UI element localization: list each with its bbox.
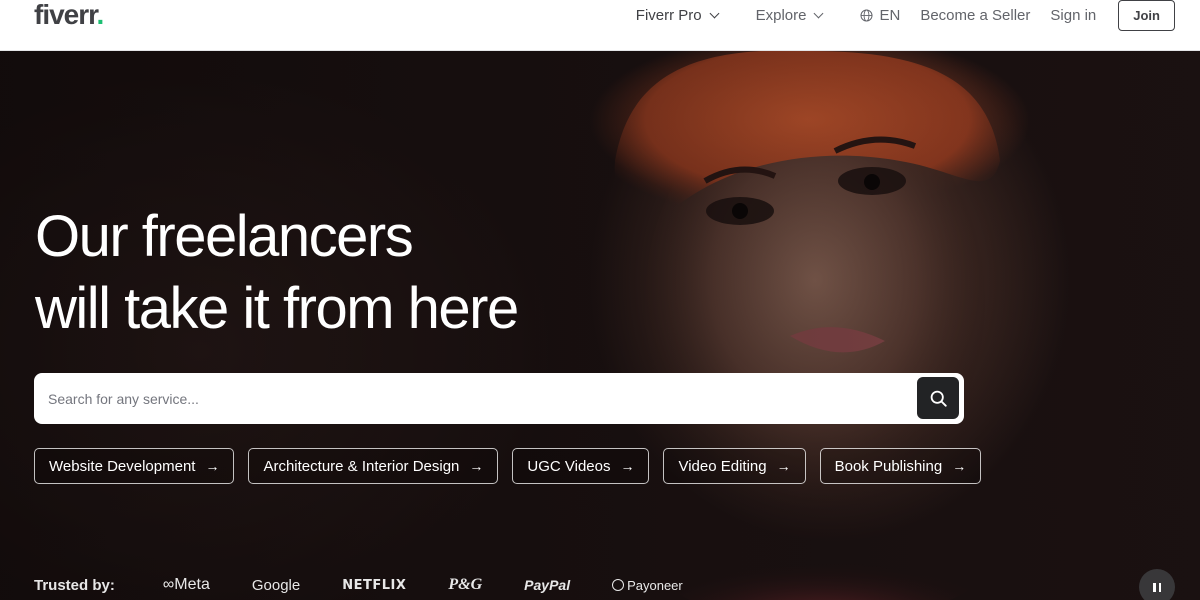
search-bar [34, 373, 964, 424]
chip-label: Video Editing [678, 457, 767, 475]
arrow-right-icon: → [620, 458, 635, 474]
brand-netflix-logo: NETFLIX [342, 577, 407, 593]
globe-icon [860, 9, 873, 22]
brand-payoneer-logo: Payoneer [612, 578, 683, 593]
nav-explore-label: Explore [755, 7, 807, 24]
nav-sign-in-label: Sign in [1050, 7, 1097, 24]
nav-fiverr-pro-label: Fiverr Pro [635, 7, 702, 24]
pause-icon [1152, 582, 1163, 592]
chip-ugc-videos[interactable]: UGC Videos → [512, 448, 650, 484]
nav-sign-in[interactable]: Sign in [1050, 7, 1096, 24]
chip-video-editing[interactable]: Video Editing → [663, 448, 806, 484]
logo-text: fiverr [34, 0, 97, 30]
video-pause-button[interactable] [1139, 569, 1175, 600]
nav-become-seller-label: Become a Seller [920, 7, 1031, 24]
chip-website-development[interactable]: Website Development → [34, 448, 235, 484]
hero-section: Our freelancers will take it from here W… [0, 51, 1200, 600]
join-button-label: Join [1133, 8, 1160, 23]
chip-label: UGC Videos [527, 457, 611, 475]
chevron-down-icon [709, 8, 720, 19]
nav-language-label: EN [879, 7, 901, 24]
nav-fiverr-pro[interactable]: Fiverr Pro [635, 7, 720, 24]
headline-line-1: Our freelancers [35, 204, 414, 269]
chip-book-publishing[interactable]: Book Publishing → [819, 448, 982, 484]
brand-meta-logo: ∞Meta [162, 576, 210, 593]
search-input[interactable] [48, 373, 908, 424]
chip-label: Architecture & Interior Design [263, 457, 460, 475]
popular-services: Website Development → Architecture & Int… [34, 448, 982, 484]
arrow-right-icon: → [469, 458, 484, 474]
chip-label: Book Publishing [834, 457, 943, 475]
nav-language[interactable]: EN [860, 7, 900, 24]
arrow-right-icon: → [776, 458, 791, 474]
nav-explore[interactable]: Explore [755, 7, 824, 24]
arrow-right-icon: → [952, 458, 967, 474]
search-button[interactable] [917, 377, 959, 419]
nav-become-seller[interactable]: Become a Seller [920, 7, 1030, 24]
top-header: fiverr. Fiverr Pro Explore EN Become a S… [0, 0, 1200, 51]
join-button[interactable]: Join [1118, 0, 1175, 31]
brand-pg-logo: P&G [448, 576, 483, 593]
search-icon [930, 390, 947, 407]
headline-line-2: will take it from here [35, 276, 519, 341]
hero-headline: Our freelancers will take it from here [35, 201, 519, 345]
top-nav: Fiverr Pro Explore EN Become a Seller Si… [636, 0, 1175, 31]
chip-architecture-interior-design[interactable]: Architecture & Interior Design → [248, 448, 499, 484]
payoneer-text: Payoneer [627, 577, 683, 593]
chip-label: Website Development [49, 457, 196, 475]
brand-google-logo: Google [251, 576, 301, 594]
arrow-right-icon: → [205, 458, 220, 474]
fiverr-logo[interactable]: fiverr. [34, 0, 105, 30]
logo-dot: . [96, 0, 105, 30]
payoneer-ring-icon [612, 579, 625, 591]
trusted-by-label: Trusted by: [34, 576, 115, 594]
trusted-by-bar: Trusted by: ∞Meta Google NETFLIX P&G Pay… [34, 576, 725, 594]
brand-paypal-logo: PayPal [524, 577, 571, 593]
chevron-down-icon [814, 8, 824, 19]
